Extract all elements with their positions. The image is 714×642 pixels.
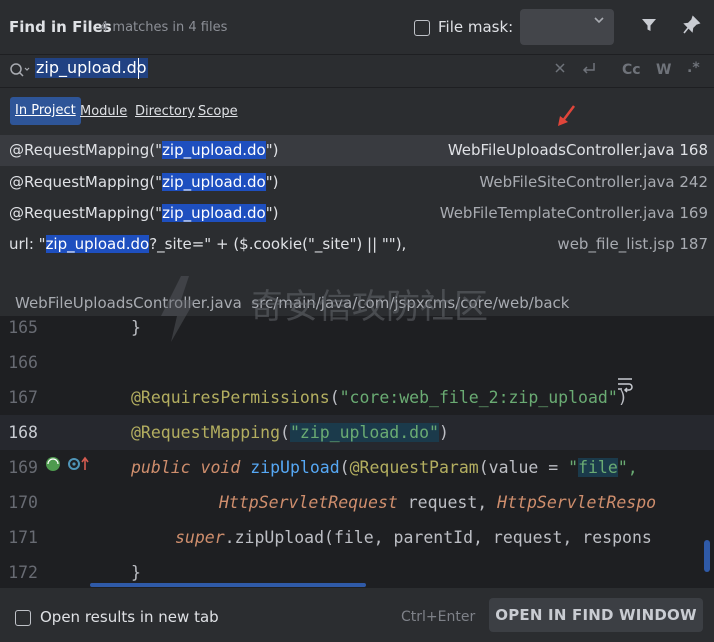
file-mask-checkbox[interactable]: [414, 20, 430, 36]
code-line-current: 168 @RequestMapping("zip_upload.do"): [0, 415, 714, 450]
code-line: 171 super.zipUpload(file, parentId, requ…: [0, 520, 714, 555]
open-in-find-window-button[interactable]: OPEN IN FIND WINDOW: [489, 598, 703, 632]
result-code-suffix: ?_site=" + ($.cookie("_site") || ""),: [149, 235, 407, 253]
line-number: 166: [8, 353, 38, 372]
code-line: 169 public void zipUpload(@RequestParam(…: [0, 450, 714, 485]
pin-icon[interactable]: [683, 15, 701, 39]
vertical-scrollbar[interactable]: [704, 540, 710, 572]
result-code: url: ": [9, 235, 46, 253]
red-arrow-icon: [556, 104, 578, 132]
line-number: 165: [8, 318, 38, 337]
line-number: 168: [8, 423, 38, 442]
scope-tab-directory[interactable]: Directory: [135, 104, 195, 119]
result-code: @RequestMapping(": [9, 141, 163, 159]
watermark: 奇安信攻防社区: [155, 268, 555, 348]
open-in-new-tab-label: Open results in new tab: [40, 608, 219, 626]
line-number: 169: [8, 458, 38, 477]
code-line: 167 @RequiresPermissions("core:web_file_…: [0, 380, 714, 415]
scope-tab-module[interactable]: Module: [80, 104, 127, 119]
result-code-suffix: "): [265, 173, 279, 191]
filter-icon[interactable]: [640, 16, 658, 38]
newline-icon[interactable]: [580, 61, 598, 81]
open-in-new-tab-checkbox[interactable]: [15, 610, 31, 626]
result-row[interactable]: @RequestMapping("zip_upload.do") WebFile…: [0, 198, 714, 229]
dialog-title: Find in Files: [9, 18, 112, 36]
gutter-icons[interactable]: [45, 456, 90, 476]
match-highlight: zip_upload.do: [162, 204, 266, 222]
whole-words-icon[interactable]: W: [656, 62, 671, 78]
code-text: @RequestMapping("zip_upload.do"): [131, 423, 449, 442]
watermark-text: 奇安信攻防社区: [250, 287, 488, 327]
result-row[interactable]: @RequestMapping("zip_upload.do") WebFile…: [0, 167, 714, 198]
code-text: }: [131, 318, 141, 337]
result-file: WebFileTemplateController.java 169: [439, 204, 708, 222]
line-number: 172: [8, 563, 38, 582]
result-code-suffix: "): [265, 141, 279, 159]
result-file: WebFileUploadsController.java 168: [447, 141, 708, 159]
result-code: @RequestMapping(": [9, 173, 163, 191]
clear-icon[interactable]: [553, 61, 567, 79]
scope-tab-scope[interactable]: Scope: [198, 104, 238, 119]
code-preview[interactable]: 165 } 166 167 @RequiresPermissions("core…: [0, 316, 714, 588]
search-icon[interactable]: [9, 62, 31, 84]
file-mask-label: File mask:: [438, 18, 514, 36]
scope-tab-in-project[interactable]: In Project: [10, 97, 81, 125]
line-number: 170: [8, 493, 38, 512]
result-row[interactable]: url: "zip_upload.do?_site=" + ($.cookie(…: [0, 229, 714, 260]
text-caret: [138, 58, 139, 79]
horizontal-scrollbar[interactable]: [90, 583, 366, 587]
match-highlight: zip_upload.do: [162, 141, 266, 159]
result-code-suffix: "): [265, 204, 279, 222]
result-row[interactable]: @RequestMapping("zip_upload.do") WebFile…: [0, 135, 714, 166]
code-text: public void zipUpload(@RequestParam(valu…: [131, 458, 638, 477]
match-highlight: zip_upload.do: [45, 235, 150, 253]
reader-mode-icon[interactable]: [614, 374, 636, 398]
chevron-down-icon[interactable]: [592, 13, 606, 31]
line-number: 167: [8, 388, 38, 407]
code-text: HttpServletRequest request, HttpServletR…: [219, 493, 657, 512]
line-number: 171: [8, 528, 38, 547]
shortcut-hint: Ctrl+Enter: [401, 609, 476, 625]
code-text: super.zipUpload(file, parentId, request,…: [175, 528, 652, 547]
result-file: WebFileSiteController.java 242: [479, 173, 708, 191]
search-input[interactable]: zip_upload.do: [35, 58, 148, 78]
match-case-icon[interactable]: Cc: [622, 62, 641, 78]
match-highlight: zip_upload.do: [162, 173, 266, 191]
code-line: 170 HttpServletRequest request, HttpServ…: [0, 485, 714, 520]
regex-icon[interactable]: .*: [687, 60, 700, 76]
code-text: @RequiresPermissions("core:web_file_2:zi…: [131, 388, 628, 407]
match-summary: 4 matches in 4 files: [100, 20, 228, 35]
code-line: 166: [0, 345, 714, 380]
result-file: web_file_list.jsp 187: [557, 235, 708, 253]
result-code: @RequestMapping(": [9, 204, 163, 222]
